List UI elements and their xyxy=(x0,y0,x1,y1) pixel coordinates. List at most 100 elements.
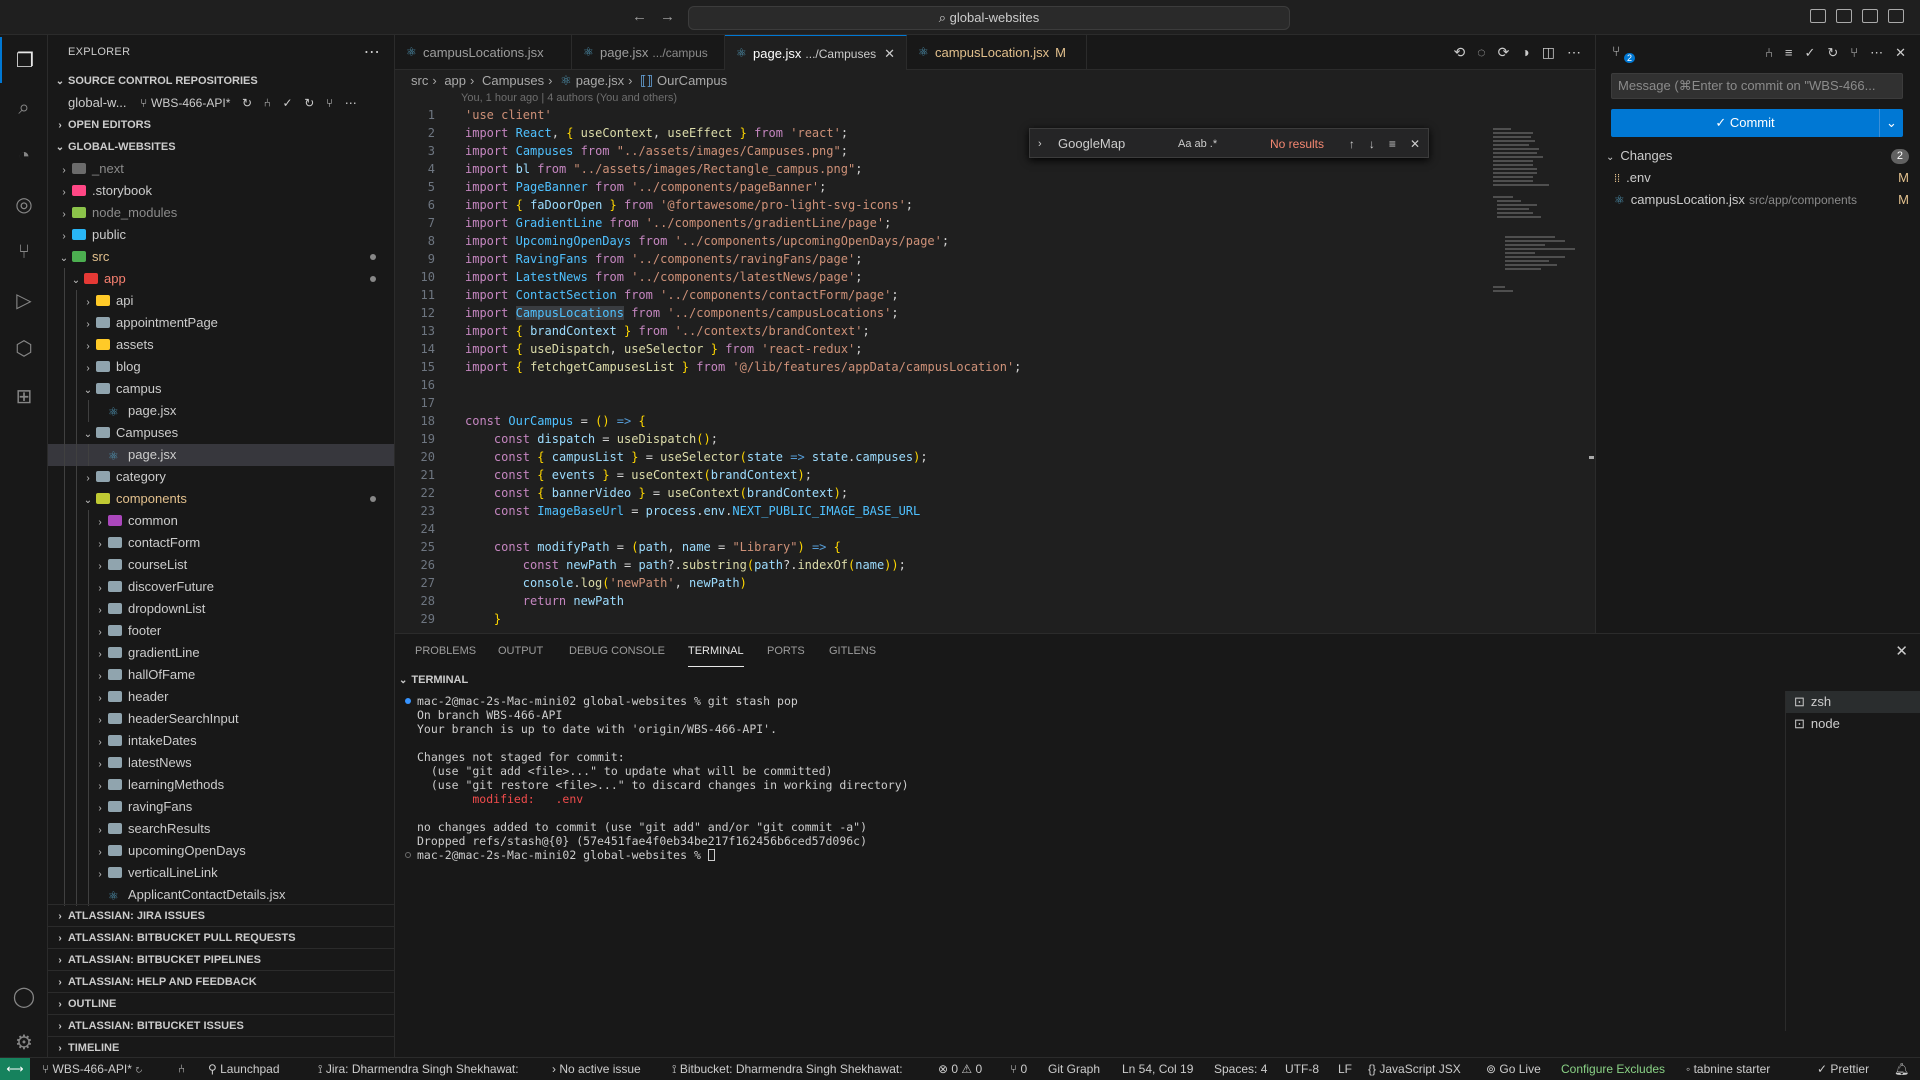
section-collapsed[interactable]: › ATLASSIAN: BITBUCKET ISSUES xyxy=(48,1014,394,1036)
code-line[interactable]: 12 import CampusLocations from '../compon… xyxy=(395,304,1475,322)
refresh-icon[interactable]: ↻ xyxy=(1827,45,1838,61)
folder-item[interactable]: › ravingFans xyxy=(48,796,394,818)
more-actions-icon[interactable]: ⋯ xyxy=(1567,35,1581,70)
tab-campuslocation-modified[interactable]: ⚛ campusLocation.jsx M xyxy=(907,35,1087,70)
folder-item[interactable]: ⌄ Campuses xyxy=(48,422,394,444)
explorer-icon[interactable]: ❐ xyxy=(0,37,48,83)
more-icon[interactable]: ⋯ xyxy=(345,96,357,110)
find-in-selection-icon[interactable]: ≡ xyxy=(1389,133,1396,155)
bitbucket-status[interactable]: ⟟ Bitbucket: Dharmendra Singh Shekhawat: xyxy=(672,1058,903,1080)
graph-icon[interactable]: ⑃ xyxy=(178,1058,185,1080)
folder-item[interactable]: ⌄ campus xyxy=(48,378,394,400)
issue-status[interactable]: › No active issue xyxy=(552,1058,641,1080)
breadcrumb-symbol[interactable]: OurCampus xyxy=(657,73,727,88)
tabnine-status[interactable]: ◦ tabnine starter xyxy=(1686,1058,1770,1080)
folder-item[interactable]: ⌄ app xyxy=(48,268,394,290)
section-collapsed[interactable]: › ATLASSIAN: BITBUCKET PULL REQUESTS xyxy=(48,926,394,948)
code-line[interactable]: 25 const modifyPath = (path, name = "Lib… xyxy=(395,538,1475,556)
tab-gitlens[interactable]: GITLENS xyxy=(829,634,876,669)
graph-icon[interactable]: ⑂ xyxy=(326,96,333,110)
search-icon[interactable]: ⌕ xyxy=(0,85,48,131)
folder-item[interactable]: › headerSearchInput xyxy=(48,708,394,730)
tab-terminal[interactable]: TERMINAL xyxy=(688,634,744,667)
extensions-icon[interactable]: ⊞ xyxy=(0,373,48,419)
breadcrumb-src[interactable]: src xyxy=(411,73,428,88)
folder-item[interactable]: › hallOfFame xyxy=(48,664,394,686)
code-line[interactable]: 4 import bl from "../assets/images/Rectan… xyxy=(395,160,1475,178)
go-live-status[interactable]: ⊚ Go Live xyxy=(1486,1058,1541,1080)
file-item[interactable]: ⚛ page.jsx xyxy=(48,444,394,466)
cursor-position[interactable]: Ln 54, Col 19 xyxy=(1122,1058,1193,1080)
git-graph-icon[interactable]: ◎ xyxy=(0,181,48,227)
encoding[interactable]: UTF-8 xyxy=(1285,1058,1319,1080)
code-line[interactable]: 10 import LatestNews from '../components/… xyxy=(395,268,1475,286)
stash-icon[interactable]: ⑃ xyxy=(1765,45,1773,61)
configure-excludes[interactable]: Configure Excludes xyxy=(1561,1058,1665,1080)
source-control-icon[interactable]: ⑂ xyxy=(0,229,48,275)
arrow-down-icon[interactable]: ↓ xyxy=(1369,133,1375,155)
forward-arrow-icon[interactable]: → xyxy=(660,8,675,25)
problems-status[interactable]: ⊗ 0 ⚠ 0 xyxy=(938,1058,982,1080)
folder-item[interactable]: › appointmentPage xyxy=(48,312,394,334)
folder-item[interactable]: › latestNews xyxy=(48,752,394,774)
folder-item[interactable]: › assets xyxy=(48,334,394,356)
section-collapsed[interactable]: › ATLASSIAN: JIRA ISSUES xyxy=(48,904,394,926)
folder-item[interactable]: › .storybook xyxy=(48,180,394,202)
launchpad-status[interactable]: ⚲ Launchpad xyxy=(208,1058,280,1080)
back-arrow-icon[interactable]: ← xyxy=(632,8,647,25)
folder-item[interactable]: › public xyxy=(48,224,394,246)
section-source-control-repos[interactable]: ⌄ SOURCE CONTROL REPOSITORIES xyxy=(48,70,394,92)
folder-item[interactable]: › courseList xyxy=(48,554,394,576)
folder-item[interactable]: › upcomingOpenDays xyxy=(48,840,394,862)
git-timeline-icon[interactable]: ⟲ xyxy=(1454,35,1466,70)
code-line[interactable]: 1 'use client' xyxy=(395,106,1475,124)
minimap[interactable] xyxy=(1485,126,1595,626)
run-debug-icon[interactable]: ▷ xyxy=(0,277,48,323)
end-of-line[interactable]: LF xyxy=(1338,1058,1352,1080)
remote-explorer-icon[interactable]: ⬡ xyxy=(0,325,48,371)
folder-item[interactable]: › intakeDates xyxy=(48,730,394,752)
tab-ports[interactable]: PORTS xyxy=(767,634,805,669)
section-collapsed[interactable]: › TIMELINE xyxy=(48,1036,394,1057)
repo-row[interactable]: global-w... ⑂ WBS-466-API* ↻ ⑃ ✓ ↻ ⑂ ⋯ xyxy=(48,92,394,114)
refresh-icon[interactable]: ↻ xyxy=(304,96,314,110)
chevron-right-icon[interactable]: › xyxy=(1038,133,1042,155)
code-line[interactable]: 17 xyxy=(395,394,1475,412)
changes-header[interactable]: ⌄ Changes 2 xyxy=(1596,145,1920,167)
git-blame-annotation[interactable]: You, 1 hour ago | 4 authors (You and oth… xyxy=(461,92,677,104)
folder-item[interactable]: › discoverFuture xyxy=(48,576,394,598)
more-actions-icon[interactable]: ⋯ xyxy=(364,35,380,70)
folder-item[interactable]: › _next xyxy=(48,158,394,180)
folder-item[interactable]: › blog xyxy=(48,356,394,378)
change-item[interactable]: ⁞⁞ .env M xyxy=(1596,167,1920,189)
customize-layout-icon[interactable] xyxy=(1888,9,1904,23)
toggle-panel-icon[interactable] xyxy=(1836,9,1852,23)
code-line[interactable]: 28 return newPath xyxy=(395,592,1475,610)
section-collapsed[interactable]: › OUTLINE xyxy=(48,992,394,1014)
source-control-icon[interactable]: ⑂ xyxy=(1612,43,1620,59)
folder-item[interactable]: › verticalLineLink xyxy=(48,862,394,884)
branch-status[interactable]: ⑂ WBS-466-API* ↻ xyxy=(42,1058,142,1080)
indentation[interactable]: Spaces: 4 xyxy=(1214,1058,1267,1080)
prettier-status[interactable]: ✓ Prettier xyxy=(1817,1058,1869,1080)
tab-page-campuses[interactable]: ⚛ page.jsx .../Campuses ✕ xyxy=(725,35,907,70)
close-panel-icon[interactable]: ✕ xyxy=(1895,642,1908,660)
find-options[interactable]: Aa ab .* xyxy=(1178,133,1217,155)
code-line[interactable]: 11 import ContactSection from '../compone… xyxy=(395,286,1475,304)
toggle-sidebar-icon[interactable] xyxy=(1810,9,1826,23)
breadcrumb-file[interactable]: page.jsx xyxy=(576,73,624,88)
folder-item[interactable]: › node_modules xyxy=(48,202,394,224)
folder-item[interactable]: › gradientLine xyxy=(48,642,394,664)
code-line[interactable]: 20 const { campusList } = useSelector(st… xyxy=(395,448,1475,466)
compare-icon[interactable]: ◑ xyxy=(1521,35,1529,70)
git-next-icon[interactable]: ⟳ xyxy=(1498,35,1510,70)
file-item[interactable]: ⚛ ApplicantContactDetails.jsx xyxy=(48,884,394,906)
folder-item[interactable]: › header xyxy=(48,686,394,708)
folder-item[interactable]: › footer xyxy=(48,620,394,642)
code-view[interactable]: 1 'use client' 2 import React, { useContext… xyxy=(395,106,1475,628)
branch-graph-icon[interactable]: ⑂ xyxy=(1850,45,1858,61)
folder-item[interactable]: ⌄ src xyxy=(48,246,394,268)
code-line[interactable]: 29 } xyxy=(395,610,1475,628)
code-line[interactable]: 22 const { bannerVideo } = useContext(br… xyxy=(395,484,1475,502)
sync-icon[interactable]: ↻ xyxy=(242,96,252,110)
